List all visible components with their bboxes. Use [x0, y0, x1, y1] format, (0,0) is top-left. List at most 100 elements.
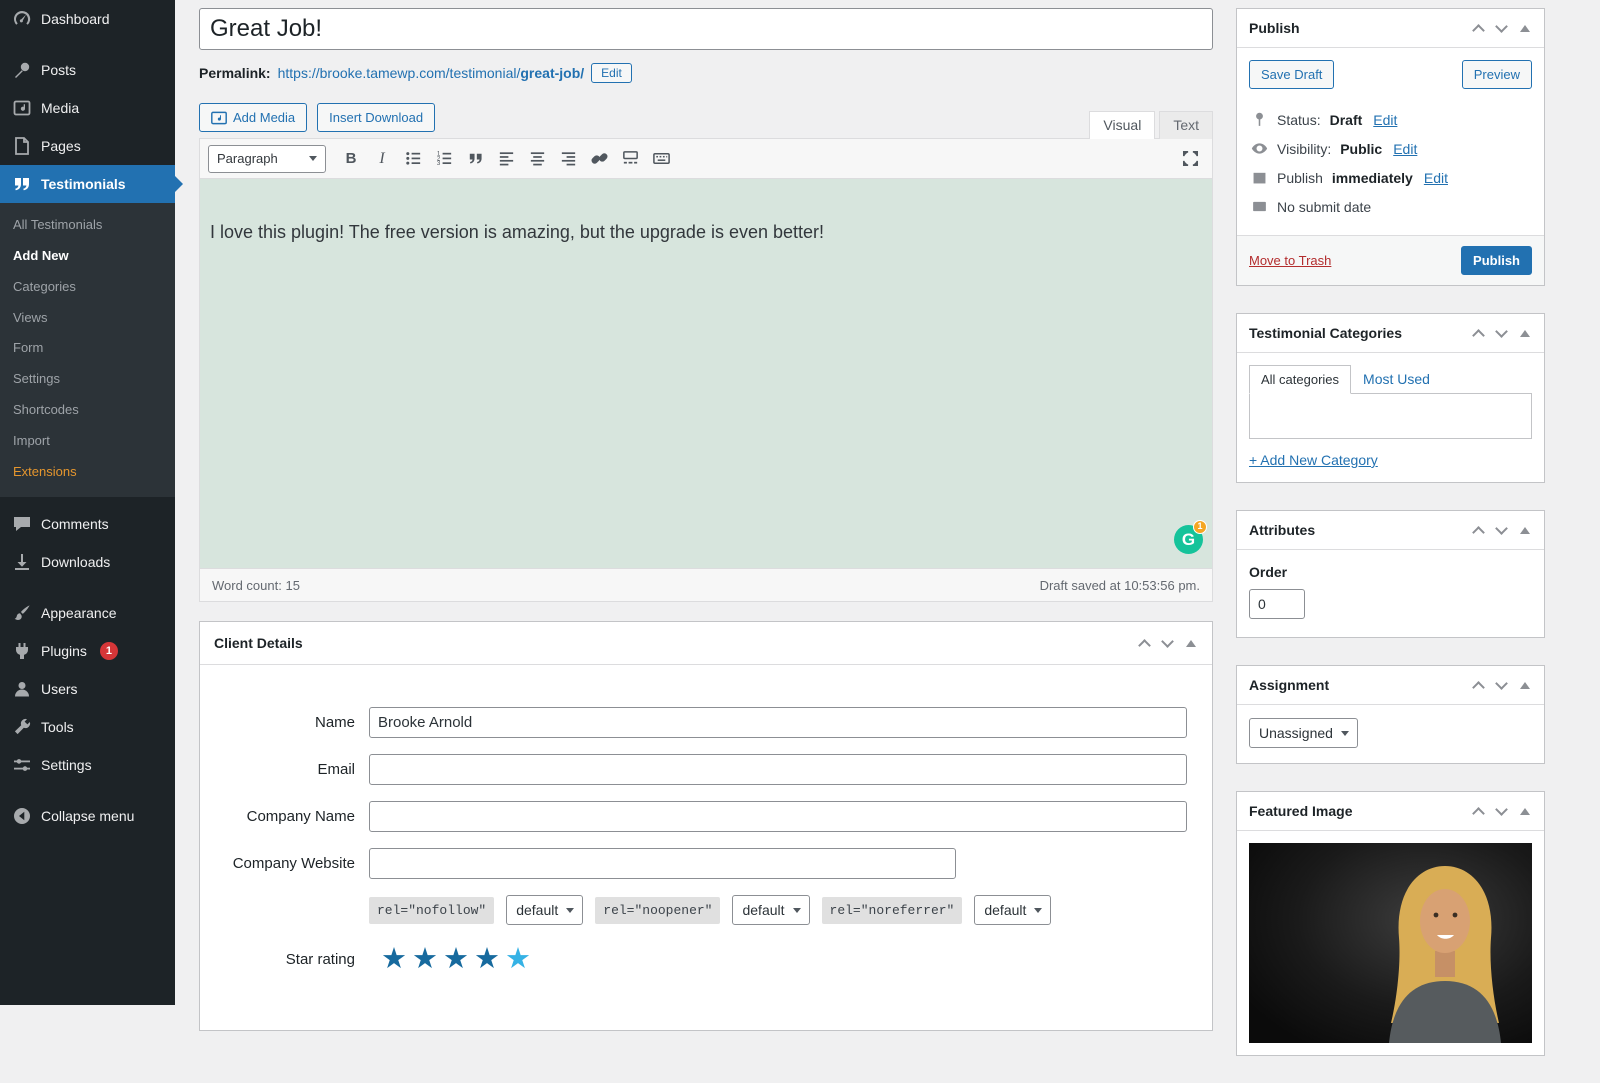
rel-noopener-select[interactable]: default [732, 895, 810, 925]
move-up-icon[interactable] [1472, 806, 1485, 820]
move-up-icon[interactable] [1472, 328, 1485, 342]
move-up-icon[interactable] [1138, 638, 1151, 652]
star-icon[interactable]: ★ [505, 945, 531, 974]
editor-status-bar: Word count: 15 Draft saved at 10:53:56 p… [200, 568, 1212, 601]
submenu-item-extensions[interactable]: Extensions [0, 457, 175, 488]
insert-download-button[interactable]: Insert Download [317, 103, 436, 132]
move-down-icon[interactable] [1495, 676, 1508, 690]
move-down-icon[interactable] [1495, 802, 1508, 816]
collapse-toggle-icon[interactable] [1520, 526, 1530, 534]
paragraph-format-select[interactable]: Paragraph [208, 144, 326, 173]
submenu-item-settings[interactable]: Settings [0, 364, 175, 395]
tab-all-categories[interactable]: All categories [1249, 365, 1352, 394]
bold-button[interactable]: B [337, 146, 365, 172]
featured-image-box-header[interactable]: Featured Image [1237, 792, 1544, 831]
tab-text[interactable]: Text [1159, 111, 1213, 139]
more-tag-button[interactable] [616, 146, 644, 172]
sidebar-item-settings[interactable]: Settings [0, 746, 175, 784]
blockquote-button[interactable] [461, 146, 489, 172]
star-icon[interactable]: ★ [474, 945, 500, 974]
chevron-down-icon [309, 156, 317, 161]
move-down-icon[interactable] [1161, 634, 1174, 648]
sidebar-item-comments[interactable]: Comments [0, 505, 175, 543]
submenu-item-import[interactable]: Import [0, 426, 175, 457]
rel-noreferrer-select[interactable]: default [974, 895, 1052, 925]
assignment-box-header[interactable]: Assignment [1237, 666, 1544, 705]
sidebar-item-tools[interactable]: Tools [0, 708, 175, 746]
sidebar-item-label: Media [41, 100, 80, 116]
preview-button[interactable]: Preview [1461, 60, 1532, 89]
move-down-icon[interactable] [1495, 19, 1508, 33]
edit-visibility-link[interactable]: Edit [1393, 141, 1417, 157]
collapse-toggle-icon[interactable] [1520, 807, 1530, 815]
name-field[interactable] [369, 707, 1187, 738]
sidebar-item-plugins[interactable]: Plugins 1 [0, 632, 175, 670]
sidebar-item-users[interactable]: Users [0, 670, 175, 708]
edit-permalink-button[interactable]: Edit [591, 63, 632, 83]
rel-nofollow-select[interactable]: default [506, 895, 584, 925]
fullscreen-button[interactable] [1176, 146, 1204, 172]
sidebar-item-appearance[interactable]: Appearance [0, 594, 175, 632]
align-left-button[interactable] [492, 146, 520, 172]
move-to-trash-link[interactable]: Move to Trash [1249, 253, 1331, 268]
edit-status-link[interactable]: Edit [1373, 112, 1397, 128]
sidebar-item-dashboard[interactable]: Dashboard [0, 0, 175, 38]
collapse-toggle-icon[interactable] [1186, 639, 1196, 647]
save-draft-button[interactable]: Save Draft [1249, 60, 1335, 89]
publish-button[interactable]: Publish [1461, 246, 1532, 275]
publish-box-header[interactable]: Publish [1237, 9, 1544, 48]
align-center-button[interactable] [523, 146, 551, 172]
category-list-panel[interactable] [1249, 393, 1532, 439]
keyboard-shortcuts-button[interactable] [647, 146, 675, 172]
star-icon[interactable]: ★ [381, 945, 407, 974]
client-details-header[interactable]: Client Details [200, 622, 1212, 665]
collapse-toggle-icon[interactable] [1520, 681, 1530, 689]
wrench-icon [12, 717, 32, 737]
link-button[interactable] [585, 146, 613, 172]
move-up-icon[interactable] [1472, 23, 1485, 37]
sidebar-item-pages[interactable]: Pages [0, 127, 175, 165]
italic-button[interactable]: I [368, 146, 396, 172]
star-icon[interactable]: ★ [412, 945, 438, 974]
order-input[interactable] [1249, 589, 1305, 619]
edit-schedule-link[interactable]: Edit [1424, 170, 1448, 186]
star-icon[interactable]: ★ [443, 945, 469, 974]
move-down-icon[interactable] [1495, 324, 1508, 338]
categories-box-header[interactable]: Testimonial Categories [1237, 314, 1544, 353]
publish-box: Publish Save Draft Preview Status: Draft… [1236, 8, 1545, 286]
submenu-item-categories[interactable]: Categories [0, 272, 175, 303]
tab-most-used[interactable]: Most Used [1351, 365, 1442, 393]
add-new-category-link[interactable]: + Add New Category [1249, 452, 1378, 468]
sidebar-item-media[interactable]: Media [0, 89, 175, 127]
move-down-icon[interactable] [1495, 521, 1508, 535]
submenu-item-views[interactable]: Views [0, 303, 175, 334]
company-name-field[interactable] [369, 801, 1187, 832]
bulleted-list-button[interactable] [399, 146, 427, 172]
submenu-item-form[interactable]: Form [0, 333, 175, 364]
sidebar-item-posts[interactable]: Posts [0, 51, 175, 89]
collapse-menu-button[interactable]: Collapse menu [0, 797, 175, 835]
move-up-icon[interactable] [1472, 680, 1485, 694]
submenu-item-all-testimonials[interactable]: All Testimonials [0, 210, 175, 241]
move-up-icon[interactable] [1472, 525, 1485, 539]
grammarly-icon[interactable]: G 1 [1174, 520, 1207, 554]
sidebar-item-testimonials[interactable]: Testimonials [0, 165, 183, 203]
add-media-button[interactable]: Add Media [199, 103, 308, 132]
submenu-item-add-new[interactable]: Add New [0, 241, 175, 272]
status-value: Draft [1329, 111, 1363, 128]
tab-visual[interactable]: Visual [1089, 111, 1156, 139]
collapse-toggle-icon[interactable] [1520, 24, 1530, 32]
featured-image-thumbnail[interactable] [1249, 843, 1532, 1043]
company-website-field[interactable] [369, 848, 956, 879]
permalink-link[interactable]: https://brooke.tamewp.com/testimonial/gr… [278, 65, 585, 81]
align-right-button[interactable] [554, 146, 582, 172]
editor-content-area[interactable]: I love this plugin! The free version is … [200, 179, 1212, 568]
post-title-input[interactable] [199, 8, 1213, 50]
email-field[interactable] [369, 754, 1187, 785]
assignment-select[interactable]: Unassigned [1249, 718, 1358, 748]
sidebar-item-downloads[interactable]: Downloads [0, 543, 175, 581]
attributes-box-header[interactable]: Attributes [1237, 511, 1544, 550]
collapse-toggle-icon[interactable] [1520, 329, 1530, 337]
submenu-item-shortcodes[interactable]: Shortcodes [0, 395, 175, 426]
numbered-list-button[interactable]: 123 [430, 146, 458, 172]
